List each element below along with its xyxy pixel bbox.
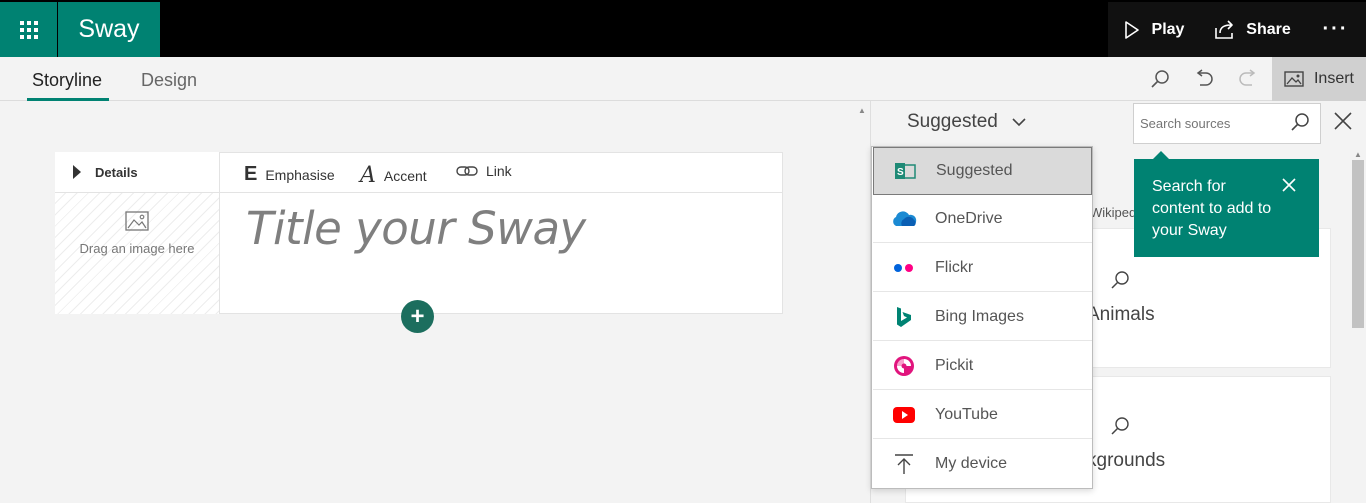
plus-icon: + <box>410 302 425 330</box>
chevron-down-icon <box>1012 117 1026 126</box>
svg-text:S: S <box>897 167 904 178</box>
redo-button[interactable] <box>1233 66 1263 92</box>
play-button[interactable]: Play <box>1108 2 1200 57</box>
dropdown-item-label: Bing Images <box>935 307 1024 325</box>
add-card-button[interactable]: + <box>401 300 434 333</box>
suggested-icon: S <box>874 161 936 181</box>
link-button[interactable]: Link <box>456 163 512 179</box>
tab-design[interactable]: Design <box>141 70 197 91</box>
search-icon <box>1291 113 1309 131</box>
accent-label: Accent <box>383 167 427 184</box>
insert-button[interactable]: Insert <box>1272 57 1366 101</box>
search-tooltip: Search for content to add to your Sway <box>1134 159 1319 257</box>
dropdown-item-pickit[interactable]: Pickit <box>873 342 1092 390</box>
source-dropdown: S Suggested OneDrive Flickr Bing Images … <box>871 146 1093 489</box>
undo-button[interactable] <box>1189 66 1219 92</box>
accent-icon: A <box>360 163 376 188</box>
category-label: Animals <box>1087 304 1155 325</box>
tab-storyline[interactable]: Storyline <box>32 70 102 91</box>
wikipedia-label-fragment: Wikiped <box>1090 205 1137 220</box>
link-label: Link <box>486 163 512 179</box>
tooltip-close-button[interactable] <box>1282 178 1296 197</box>
undo-icon <box>1196 69 1213 86</box>
pane-scroll-up-arrow[interactable]: ▲ <box>1354 150 1362 159</box>
dropdown-item-onedrive[interactable]: OneDrive <box>873 195 1092 243</box>
dropdown-item-label: YouTube <box>935 405 998 423</box>
dropdown-item-label: OneDrive <box>935 209 1003 227</box>
app-launcher-button[interactable] <box>0 2 57 57</box>
accent-button[interactable]: A Accent <box>360 163 427 188</box>
close-icon <box>1334 112 1352 130</box>
active-tab-indicator <box>27 98 109 101</box>
share-button[interactable]: Share <box>1200 2 1305 57</box>
flickr-icon <box>873 263 935 273</box>
emphasise-icon: E <box>244 163 258 185</box>
search-sources-input[interactable] <box>1140 116 1280 131</box>
emphasise-button[interactable]: E Emphasise <box>244 163 335 186</box>
image-placeholder-icon <box>125 211 149 231</box>
search-toolbar-button[interactable] <box>1145 66 1175 92</box>
search-icon <box>1151 70 1169 88</box>
search-icon <box>1111 271 1129 289</box>
dropdown-item-youtube[interactable]: YouTube <box>873 391 1092 439</box>
share-label: Share <box>1246 20 1291 38</box>
dropdown-item-my-device[interactable]: My device <box>873 440 1092 488</box>
details-label: Details <box>95 164 138 180</box>
image-icon <box>1284 71 1304 87</box>
play-label: Play <box>1151 20 1185 38</box>
waffle-icon <box>19 20 38 39</box>
source-selected-label: Suggested <box>907 111 998 132</box>
share-icon <box>1215 19 1234 39</box>
play-icon <box>1124 20 1139 39</box>
dropdown-item-label: Pickit <box>935 356 974 374</box>
bing-icon <box>873 306 935 328</box>
dropdown-item-bing-images[interactable]: Bing Images <box>873 293 1092 341</box>
image-drop-hint: Drag an image here <box>79 241 195 256</box>
title-input[interactable]: Title your Sway <box>246 202 586 255</box>
scroll-up-arrow[interactable]: ▲ <box>858 106 866 115</box>
caret-right-icon <box>73 165 81 179</box>
category-label: kgrounds <box>1087 450 1166 471</box>
emphasise-label: Emphasise <box>265 166 335 183</box>
redo-icon <box>1239 69 1256 86</box>
insert-label: Insert <box>1313 70 1354 87</box>
dropdown-item-label: Flickr <box>935 258 974 276</box>
link-icon <box>456 166 478 176</box>
image-drop-zone[interactable]: Drag an image here <box>55 193 220 314</box>
details-toggle[interactable]: Details <box>55 152 220 193</box>
dropdown-item-label: My device <box>935 455 1008 472</box>
close-pane-button[interactable] <box>1333 111 1353 136</box>
dropdown-item-flickr[interactable]: Flickr <box>873 244 1092 292</box>
youtube-icon <box>873 406 935 423</box>
category-search-icon <box>1110 416 1130 441</box>
source-selector[interactable]: Suggested <box>907 111 1026 133</box>
category-search-icon <box>1110 270 1130 295</box>
search-icon <box>1111 417 1129 435</box>
close-icon <box>1282 178 1296 192</box>
pane-scrollbar-thumb[interactable] <box>1352 160 1364 328</box>
onedrive-icon <box>873 210 935 228</box>
pickit-icon <box>873 355 935 377</box>
app-brand[interactable]: Sway <box>58 2 160 57</box>
upload-icon <box>873 453 935 475</box>
dropdown-item-suggested[interactable]: S Suggested <box>873 147 1092 195</box>
dropdown-item-label: Suggested <box>936 162 1013 179</box>
search-submit-button[interactable] <box>1290 112 1310 137</box>
more-options-button[interactable]: ··· <box>1305 2 1366 57</box>
